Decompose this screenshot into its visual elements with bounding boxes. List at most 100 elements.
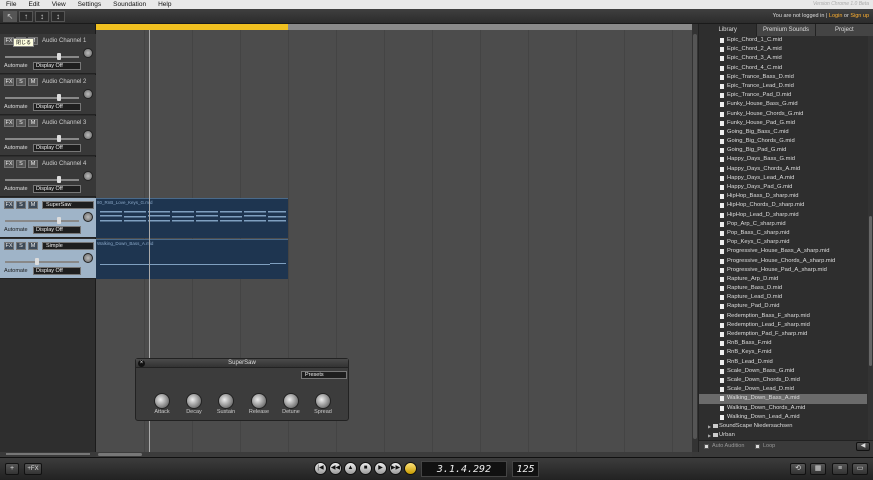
library-file-item[interactable]: RnB_Bass_F.mid [699,339,867,348]
fast-forward-icon[interactable]: ▶▶ [389,462,402,475]
record-icon[interactable] [404,462,417,475]
library-file-item[interactable]: Epic_Trance_Pad_D.mid [699,91,867,100]
play-icon[interactable]: ▶ [374,462,387,475]
signup-link[interactable]: Sign up [850,13,869,19]
instrument-select[interactable]: Simple [42,242,94,250]
library-file-item[interactable]: Happy_Days_Bass_G.mid [699,155,867,164]
library-file-item[interactable]: Happy_Days_Chords_A.mid [699,165,867,174]
library-file-item[interactable]: HipHop_Bass_D_sharp.mid [699,192,867,201]
library-file-item[interactable]: Redemption_Lead_F_sharp.mid [699,321,867,330]
menu-view[interactable]: View [46,1,72,8]
volume-slider-thumb[interactable] [35,258,39,265]
volume-icon[interactable]: ◀ [856,442,870,451]
auto-audition-checkbox[interactable] [704,444,709,449]
automation-select[interactable]: Display Off [33,267,81,275]
library-file-item[interactable]: Rapture_Pad_D.mid [699,302,867,311]
mixer-icon[interactable]: ≡ [832,463,848,475]
library-file-item[interactable]: Walking_Down_Bass_A.mid [699,394,867,404]
track-supersaw[interactable]: FX S M SuperSaw Automate Display Off [0,198,96,238]
library-file-item[interactable]: Epic_Chord_2_A.mid [699,45,867,54]
tab-library[interactable]: Library [699,24,758,36]
library-file-item[interactable]: Progressive_House_Pad_A_sharp.mid [699,266,867,275]
library-file-item[interactable]: Scale_Down_Bass_G.mid [699,367,867,376]
rewind-start-icon[interactable]: |◀ [314,462,327,475]
volume-slider-thumb[interactable] [57,135,61,142]
library-file-item[interactable]: Epic_Trance_Bass_D.mid [699,73,867,82]
volume-slider-thumb[interactable] [57,94,61,101]
pan-knob[interactable] [83,171,93,181]
library-file-item[interactable]: Epic_Chord_3_A.mid [699,54,867,63]
pan-knob[interactable] [83,212,93,222]
volume-slider[interactable] [5,217,79,224]
automation-select[interactable]: Display Off [33,62,81,70]
add-track-button[interactable]: + [5,463,19,475]
presets-select[interactable]: Presets [301,371,347,379]
detune-knob[interactable] [283,393,299,409]
library-file-item[interactable]: Redemption_Pad_F_sharp.mid [699,330,867,339]
solo-button[interactable]: S [16,78,26,86]
library-file-item[interactable]: Epic_Chord_4_C.mid [699,64,867,73]
library-file-item[interactable]: Going_Big_Chords_G.mid [699,137,867,146]
volume-slider[interactable] [5,53,79,60]
pencil-tool-icon[interactable]: ↑ [19,11,33,22]
fx-button[interactable]: FX [4,160,14,168]
position-display[interactable]: 3.1.4.292 [421,461,507,477]
tab-premium-sounds[interactable]: Premium Sounds [757,24,816,36]
library-file-item[interactable]: Pop_Bass_C_sharp.mid [699,229,867,238]
library-file-item[interactable]: Epic_Chord_1_C.mid [699,36,867,45]
mute-button[interactable]: M [28,119,38,127]
library-file-item[interactable]: Funky_House_Bass_G.mid [699,100,867,109]
menu-soundation[interactable]: Soundation [107,1,152,8]
rewind-icon[interactable]: ◀◀ [329,462,342,475]
decay-knob[interactable] [186,393,202,409]
fx-button[interactable]: FX [4,201,14,209]
library-file-item[interactable]: HipHop_Chords_D_sharp.mid [699,201,867,210]
volume-slider[interactable] [5,176,79,183]
library-file-item[interactable]: Progressive_House_Bass_A_sharp.mid [699,247,867,256]
scrollbar-thumb[interactable] [693,34,697,439]
automation-select[interactable]: Display Off [33,185,81,193]
library-file-item[interactable]: Going_Big_Pad_G.mid [699,146,867,155]
track-zoom-slider[interactable] [6,453,90,455]
pan-knob[interactable] [83,253,93,263]
volume-slider-thumb[interactable] [57,217,61,224]
close-icon[interactable]: × [138,360,145,367]
add-fx-button[interactable]: +FX [24,463,42,475]
menu-edit[interactable]: Edit [22,1,45,8]
fx-button[interactable]: FX [4,119,14,127]
solo-button[interactable]: S [16,160,26,168]
mute-button[interactable]: M [28,160,38,168]
scrollbar-thumb[interactable] [869,216,872,366]
library-file-item[interactable]: Happy_Days_Lead_A.mid [699,174,867,183]
keyboard-icon[interactable]: ▦ [810,463,826,475]
library-file-item[interactable]: Redemption_Bass_F_sharp.mid [699,312,867,321]
pan-knob[interactable] [83,130,93,140]
volume-slider-thumb[interactable] [57,176,61,183]
instrument-select[interactable]: SuperSaw [42,201,94,209]
pan-knob[interactable] [83,89,93,99]
library-scrollbar[interactable] [868,36,873,440]
tempo-display[interactable]: 125 [512,461,539,477]
track-simple[interactable]: FX S M Simple Automate Display Off [0,239,96,279]
library-file-item[interactable]: Rapture_Lead_D.mid [699,293,867,302]
release-knob[interactable] [251,393,267,409]
automation-select[interactable]: Display Off [33,144,81,152]
attack-knob[interactable] [154,393,170,409]
stop-icon[interactable]: ■ [359,462,372,475]
library-file-item[interactable]: Scale_Down_Chords_D.mid [699,376,867,385]
library-file-item[interactable]: Funky_House_Pad_G.mid [699,119,867,128]
automation-select[interactable]: Display Off [33,226,81,234]
volume-slider[interactable] [5,94,79,101]
sustain-knob[interactable] [218,393,234,409]
eject-icon[interactable]: ▲ [344,462,357,475]
spread-knob[interactable] [315,393,331,409]
track-audio-2[interactable]: FX S M Audio Channel 2 Automate Display … [0,75,96,115]
fx-button[interactable]: FX [4,78,14,86]
solo-button[interactable]: S [16,242,26,250]
library-file-item[interactable]: Walking_Down_Lead_A.mid [699,413,867,422]
solo-button[interactable]: S [16,201,26,209]
library-file-item[interactable]: Funky_House_Chords_G.mid [699,110,867,119]
mute-button[interactable]: M [28,201,38,209]
mute-button[interactable]: M [28,242,38,250]
menu-file[interactable]: File [0,1,22,8]
